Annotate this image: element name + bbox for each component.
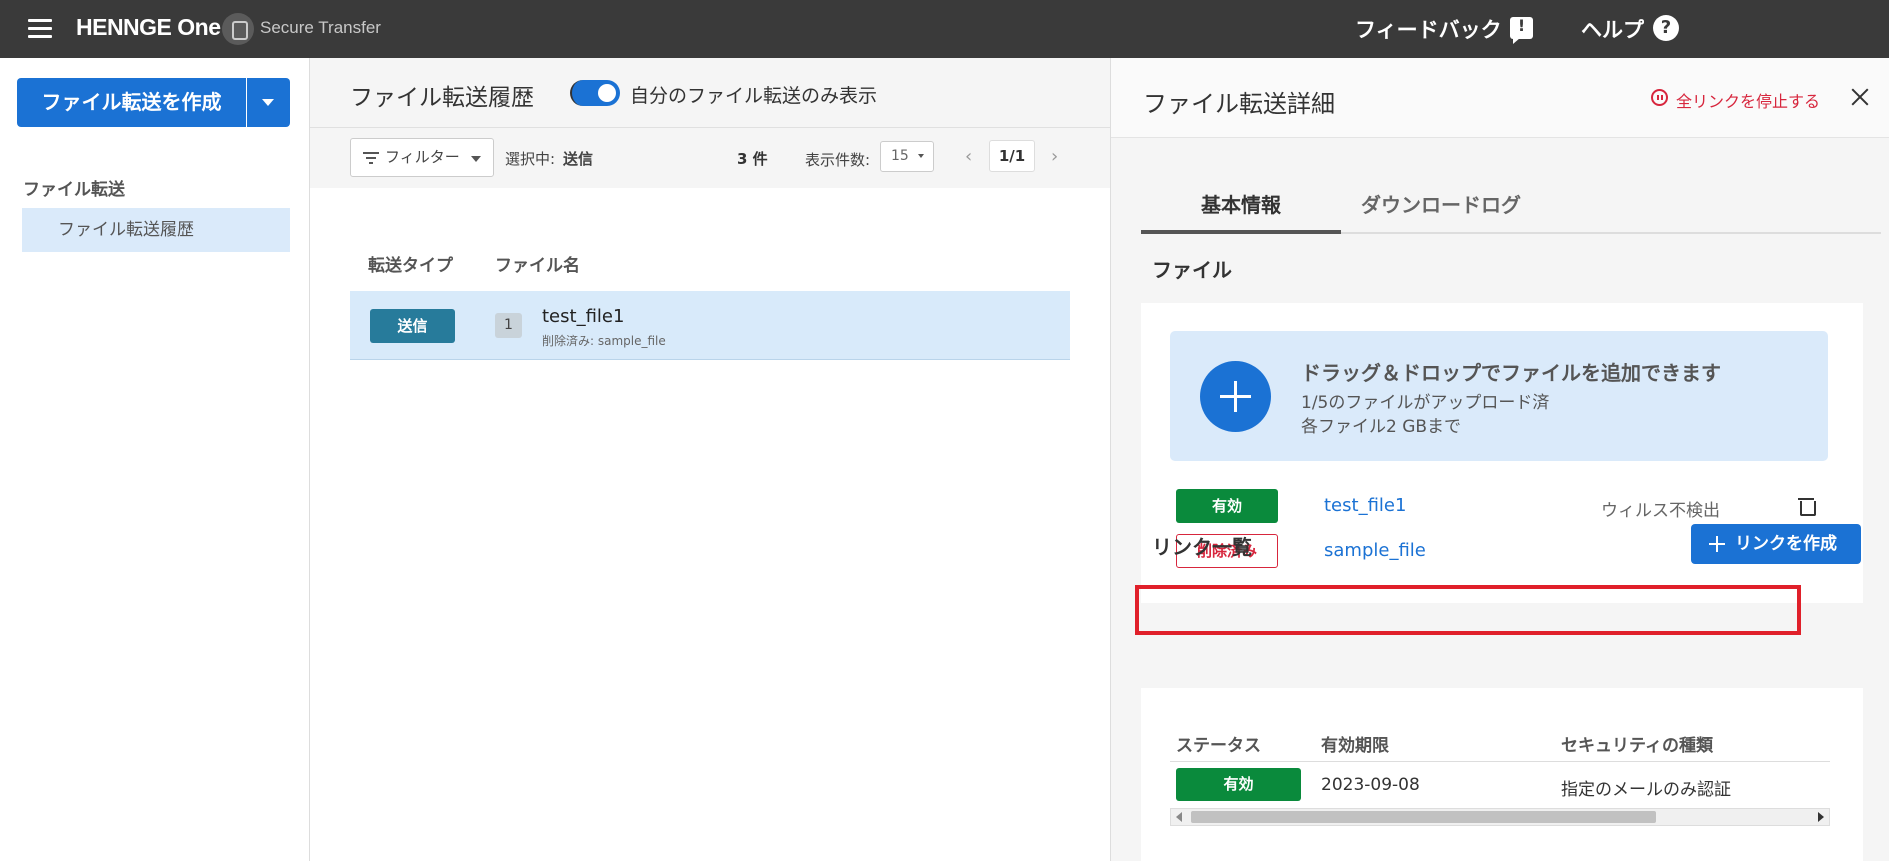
- pause-icon[interactable]: [1651, 89, 1668, 106]
- status-badge: 有効: [1176, 768, 1301, 801]
- chevron-down-icon[interactable]: [247, 78, 290, 127]
- link-security-type: 指定のメールのみ認証: [1561, 780, 1731, 800]
- scroll-right-icon[interactable]: [1818, 812, 1824, 822]
- lock-icon: [222, 13, 254, 45]
- row-deleted-note: 削除済み: sample_file: [542, 334, 666, 348]
- create-transfer-button[interactable]: ファイル転送を作成: [17, 78, 246, 127]
- history-toolbar: フィルター 選択中: 送信 3 件 表示件数: 15 ‹ 1/1 ›: [310, 128, 1110, 188]
- virus-scan-status: ウィルス不検出: [1601, 501, 1720, 521]
- sidebar-item-transfer-history[interactable]: ファイル転送履歴: [22, 208, 290, 252]
- brand-logo-text[interactable]: HENNGE One: [76, 14, 221, 41]
- page-title: ファイル転送履歴: [350, 85, 534, 111]
- only-mine-toggle[interactable]: [570, 80, 620, 106]
- detail-tabs: 基本情報 ダウンロードログ: [1141, 176, 1881, 234]
- tab-basic-info[interactable]: 基本情報: [1141, 176, 1341, 234]
- link-column-expiry: 有効期限: [1321, 736, 1389, 756]
- scroll-left-icon[interactable]: [1176, 812, 1182, 822]
- detail-title: ファイル転送詳細: [1143, 90, 1335, 118]
- stop-all-links-button[interactable]: 全リンクを停止する: [1676, 88, 1820, 112]
- selected-label: 選択中:: [505, 150, 556, 168]
- upload-count: 1/5のファイルがアップロード済: [1301, 393, 1550, 413]
- help-icon[interactable]: ?: [1653, 15, 1679, 41]
- link-expiry: 2023-09-08: [1321, 775, 1420, 795]
- link-column-status: ステータス: [1176, 736, 1261, 756]
- chevron-down-icon: [471, 156, 481, 162]
- history-header: ファイル転送履歴 自分のファイル転送のみ表示: [310, 58, 1110, 128]
- add-file-icon[interactable]: [1200, 361, 1271, 432]
- page-indicator: 1/1: [989, 140, 1035, 172]
- selected-value: 送信: [563, 150, 594, 168]
- feedback-link[interactable]: フィードバック: [1355, 14, 1502, 44]
- only-mine-toggle-label: 自分のファイル転送のみ表示: [630, 85, 878, 107]
- per-page-select[interactable]: 15: [880, 141, 934, 172]
- create-link-label: リンクを作成: [1735, 534, 1837, 554]
- row-filename: test_file1: [542, 306, 625, 327]
- link-table-divider: [1170, 761, 1830, 762]
- filter-icon: [363, 152, 379, 164]
- detail-header: ファイル転送詳細 全リンクを停止する: [1111, 58, 1889, 138]
- per-page-label: 表示件数:: [805, 151, 871, 169]
- file-count-badge: 1: [495, 313, 522, 338]
- transfer-history-pane: ファイル転送履歴 自分のファイル転送のみ表示 フィルター 選択中: 送信 3 件…: [310, 58, 1110, 861]
- trash-icon[interactable]: [1798, 496, 1816, 516]
- top-bar: HENNGE One Secure Transfer フィードバック ヘルプ ?: [0, 0, 1889, 58]
- transfer-type-badge: 送信: [370, 309, 455, 343]
- scroll-thumb[interactable]: [1191, 811, 1656, 823]
- filter-button[interactable]: フィルター: [350, 138, 494, 177]
- chevron-right-icon[interactable]: ›: [1051, 146, 1058, 167]
- sidebar-section-title: ファイル転送: [23, 180, 125, 200]
- file-row: 有効 test_file1 ウィルス不検出: [1171, 483, 1831, 525]
- column-header-type: 転送タイプ: [368, 256, 453, 276]
- help-link[interactable]: ヘルプ: [1581, 14, 1644, 44]
- filter-label: フィルター: [385, 148, 460, 166]
- drop-zone-title: ドラッグ＆ドロップでファイルを追加できます: [1301, 361, 1721, 385]
- status-badge: 有効: [1176, 489, 1278, 523]
- chevron-left-icon[interactable]: ‹: [965, 146, 972, 167]
- product-name: Secure Transfer: [260, 18, 381, 37]
- file-link[interactable]: test_file1: [1324, 495, 1406, 516]
- sidebar: ファイル転送を作成 ファイル転送 ファイル転送履歴: [0, 58, 310, 861]
- transfer-detail-panel: ファイル転送詳細 全リンクを停止する 基本情報 ダウンロードログ ファイル ドラ…: [1110, 58, 1889, 861]
- upload-size-limit: 各ファイル2 GBまで: [1301, 417, 1462, 437]
- tab-download-log[interactable]: ダウンロードログ: [1341, 176, 1541, 234]
- close-icon[interactable]: [1849, 86, 1871, 108]
- feedback-icon[interactable]: [1510, 16, 1533, 44]
- create-link-button[interactable]: リンクを作成: [1691, 524, 1861, 564]
- result-count: 3 件: [737, 150, 768, 168]
- links-card: ステータス 有効期限 セキュリティの種類 有効 2023-09-08 指定のメー…: [1141, 688, 1863, 861]
- plus-icon: [1709, 536, 1725, 552]
- files-section-title: ファイル: [1152, 258, 1232, 282]
- file-link[interactable]: sample_file: [1324, 540, 1426, 561]
- horizontal-scrollbar[interactable]: [1170, 808, 1830, 826]
- links-section-title: リンク一覧: [1152, 535, 1252, 559]
- file-drop-zone[interactable]: ドラッグ＆ドロップでファイルを追加できます 1/5のファイルがアップロード済 各…: [1170, 331, 1828, 461]
- table-row[interactable]: 送信 1 test_file1 削除済み: sample_file: [350, 291, 1070, 360]
- column-header-filename: ファイル名: [495, 256, 580, 276]
- link-column-security: セキュリティの種類: [1561, 736, 1713, 756]
- menu-icon[interactable]: [28, 19, 52, 39]
